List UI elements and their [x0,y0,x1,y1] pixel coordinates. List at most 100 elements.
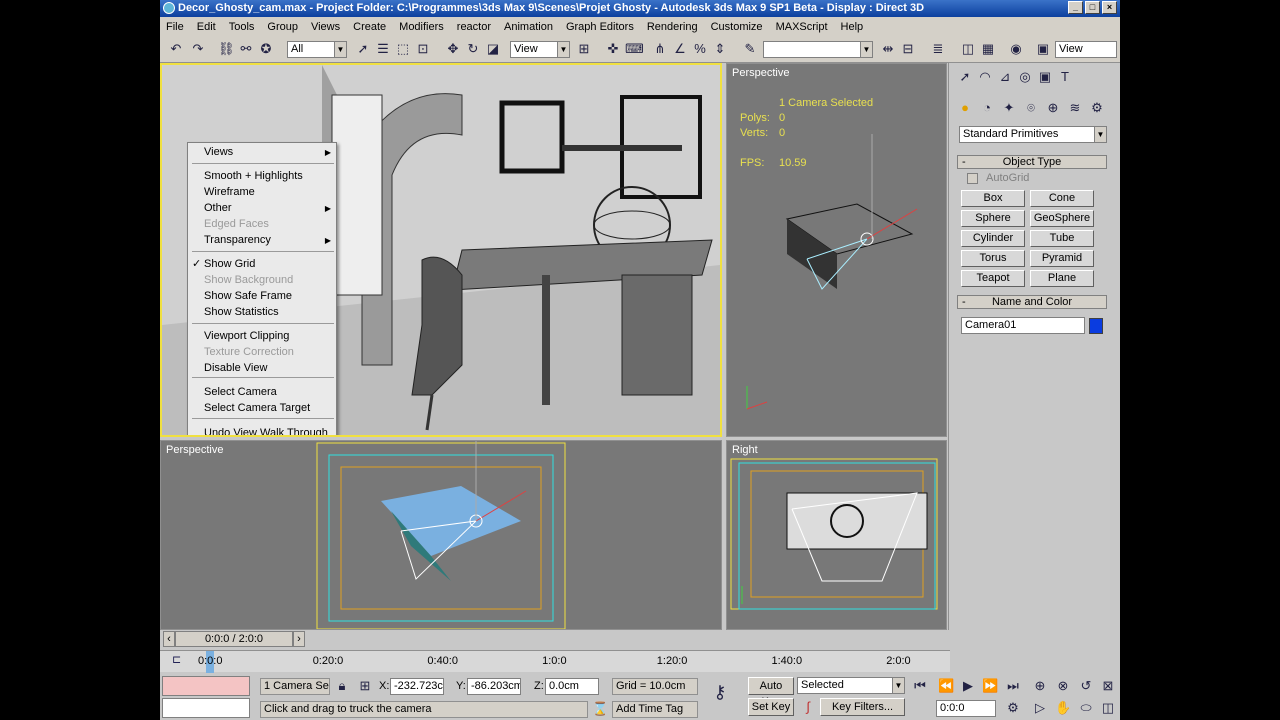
menu-item[interactable]: Rendering [647,21,698,33]
viewport-perspective-bottom[interactable]: Perspective [160,440,722,630]
object-type-rollout[interactable]: - Object Type [957,155,1107,169]
prev-key-icon[interactable]: ⏪ [938,678,954,694]
primitive-button-tube[interactable]: Tube [1030,230,1094,247]
menu-item[interactable]: Modifiers [399,21,444,33]
maxscript-listener-white[interactable] [162,698,250,718]
prev-frame-button[interactable]: ‹ [163,631,175,647]
spinner-snap-icon[interactable]: ⇕ [712,41,728,57]
spacewarps-icon[interactable]: ≋ [1067,100,1083,116]
select-link-icon[interactable]: ⛓ [218,41,235,57]
menu-item[interactable]: Graph Editors [566,21,634,33]
render-type-dropdown[interactable]: View [1055,41,1117,58]
snaps-icon[interactable]: ⋔ [652,41,668,57]
close-button[interactable]: × [1102,1,1117,14]
truck-icon[interactable]: ⬭ [1078,700,1094,716]
next-frame-button[interactable]: › [293,631,305,647]
context-menu-item[interactable]: Select Camera [204,385,277,400]
key-filters-button[interactable]: Key Filters... [820,698,905,716]
key-icon[interactable]: ⚷ [712,683,728,701]
menu-item[interactable]: Animation [504,21,553,33]
primitive-button-pyramid[interactable]: Pyramid [1030,250,1094,267]
y-coordinate-field[interactable]: -86.203cm [467,678,521,695]
key-tangent-icon[interactable]: ∫ [800,699,816,715]
unlink-icon[interactable]: ⚯ [238,41,254,57]
material-editor-icon[interactable]: ◉ [1008,41,1024,57]
orbit-icon[interactable]: ↺ [1078,678,1094,694]
select-by-name-icon[interactable]: ☰ [375,41,391,57]
undo-icon[interactable]: ↶ [168,41,184,57]
menu-item[interactable]: Customize [711,21,763,33]
cameras-icon[interactable]: ⌾ [1023,100,1039,116]
go-to-end-icon[interactable]: ⏭ [1005,678,1021,694]
object-name-field[interactable]: Camera01 [961,317,1085,334]
time-config-icon[interactable]: ⚙ [1005,700,1021,716]
viewport-camera[interactable]: Views ▶ Smooth + Highlights Wireframe Other ▶… [160,63,722,437]
lock-icon[interactable]: 🔒︎ [334,678,350,694]
minimize-button[interactable]: _ [1068,1,1083,14]
helpers-icon[interactable]: ⊕ [1045,100,1061,116]
primitive-button-torus[interactable]: Torus [961,250,1025,267]
bind-spacewarp-icon[interactable]: ✪ [258,41,274,57]
context-menu-item[interactable]: Viewport Clipping [204,329,289,344]
key-mode-dropdown[interactable]: Selected ▼ [797,677,905,694]
rect-selection-icon[interactable]: ⬚ [395,41,411,57]
current-frame-field[interactable]: 0:0:0 [936,700,996,717]
viewport-perspective-top[interactable]: Perspective 1 Camera Selected Polys: Ver… [726,63,947,437]
window-crossing-icon[interactable]: ⊡ [415,41,431,57]
selection-filter-dropdown[interactable]: All ▼ [287,41,347,58]
context-menu-item[interactable]: Select Camera Target [204,401,310,416]
pivot-icon[interactable]: ⊞ [576,41,592,57]
track-bar[interactable]: ⊏ 0:0:0 0:20:0 0:40:0 1:0:0 1:20:0 1:40:0 2:0:… [160,650,950,673]
hierarchy-tab-icon[interactable]: ⊿ [997,69,1013,85]
named-selection-icon[interactable]: ✎ [742,41,758,57]
pan-icon[interactable]: ✋ [1055,700,1071,716]
menu-item[interactable]: Group [267,21,298,33]
menu-item[interactable]: Create [353,21,386,33]
viewport-right[interactable]: Right [726,440,947,630]
layer-manager-icon[interactable]: ≣ [930,41,946,57]
menu-item[interactable]: Tools [229,21,255,33]
curve-editor-icon[interactable]: ◫ [960,41,976,57]
geometry-icon[interactable]: ● [957,100,973,116]
primitive-button-box[interactable]: Box [961,190,1025,207]
shapes-icon[interactable]: ◔ [979,100,995,116]
rotate-icon[interactable]: ↻ [465,41,481,57]
auto-key-button[interactable]: Auto Key [748,677,794,708]
schematic-view-icon[interactable]: ▦ [980,41,996,57]
named-selection-set-dropdown[interactable]: ▼ [763,41,873,58]
play-icon[interactable]: ▶ [960,678,976,694]
field-of-view-icon[interactable]: ◫ [1100,700,1116,716]
create-tab-icon[interactable]: ➚ [957,69,973,85]
walk-through-icon[interactable]: ▷ [1032,700,1048,716]
align-icon[interactable]: ⊟ [900,41,916,57]
name-color-rollout[interactable]: - Name and Color [957,295,1107,309]
maximize-viewport-icon[interactable]: ⊠ [1100,678,1116,694]
go-to-start-icon[interactable]: ⏮ [912,678,928,694]
context-menu-item[interactable]: Transparency [204,233,271,248]
zoom-all-icon[interactable]: ⊗ [1055,678,1071,694]
redo-icon[interactable]: ↷ [190,41,206,57]
menu-item[interactable]: File [166,21,184,33]
absolute-mode-icon[interactable]: ⊞ [357,678,373,694]
context-menu-item[interactable]: Other [204,201,232,216]
keyboard-shortcut-icon[interactable]: ⌨ [625,41,644,57]
mirror-icon[interactable]: ⇹ [880,41,896,57]
context-menu-item[interactable]: Disable View [204,361,267,376]
context-menu-item[interactable]: Show Grid [204,257,255,272]
lights-icon[interactable]: ✦ [1001,100,1017,116]
context-menu-item[interactable]: Wireframe [204,185,255,200]
angle-snap-icon[interactable]: ∠ [672,41,688,57]
add-time-tag[interactable]: Add Time Tag [612,701,698,718]
modify-tab-icon[interactable]: ◠ [977,69,993,85]
menu-item[interactable]: reactor [457,21,491,33]
select-object-icon[interactable]: ➚ [355,41,371,57]
select-manipulate-icon[interactable]: ✜ [605,41,621,57]
motion-tab-icon[interactable]: ◎ [1017,69,1033,85]
primitive-button-cylinder[interactable]: Cylinder [961,230,1025,247]
maxscript-listener-pink[interactable] [162,676,250,696]
menu-item[interactable]: Views [311,21,340,33]
x-coordinate-field[interactable]: -232.723cr [390,678,444,695]
primitive-button-sphere[interactable]: Sphere [961,210,1025,227]
reference-coord-dropdown[interactable]: View ▼ [510,41,570,58]
move-icon[interactable]: ✥ [445,41,461,57]
